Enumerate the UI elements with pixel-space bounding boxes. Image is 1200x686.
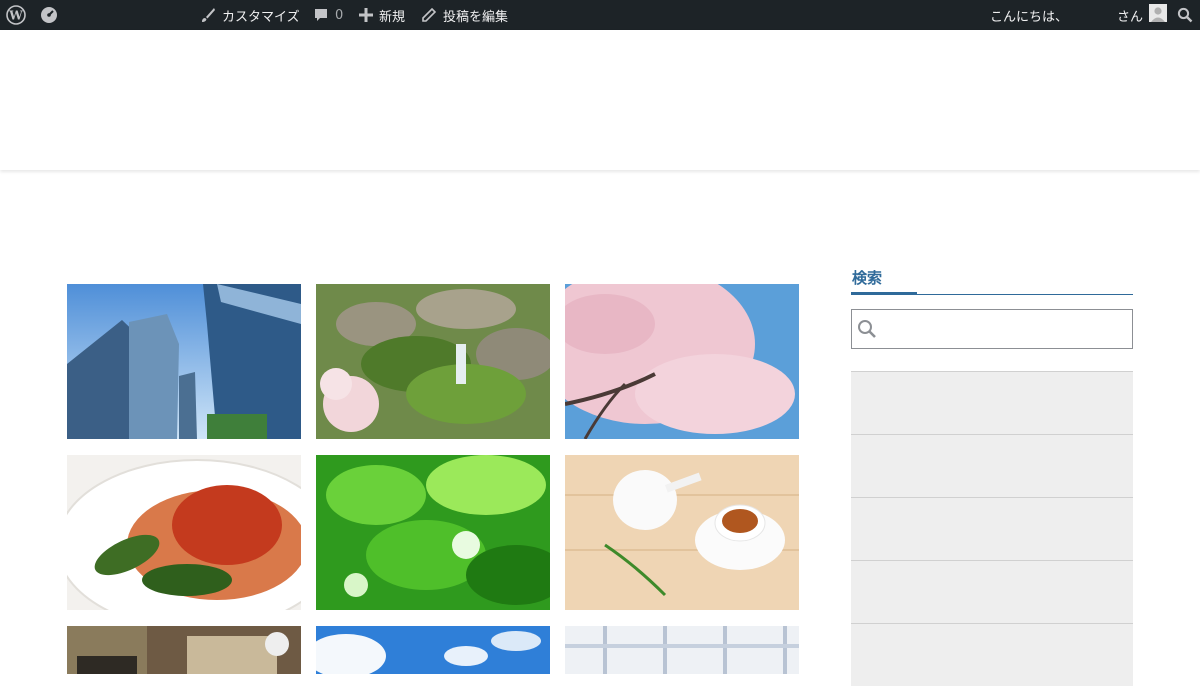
edit-post-label: 投稿を編集 <box>443 9 509 25</box>
comments-button[interactable]: 0 <box>313 0 343 30</box>
greeting-prefix[interactable]: こんにちは、 <box>990 0 1068 30</box>
comments-count: 0 <box>335 7 344 23</box>
sidebar-item[interactable] <box>851 623 1133 686</box>
search-form <box>851 309 1133 349</box>
tomato-pasta-photo[interactable] <box>67 455 301 610</box>
sidebar-item[interactable] <box>851 371 1133 434</box>
office-buildings-photo[interactable] <box>67 284 301 439</box>
search-icon[interactable] <box>1177 0 1193 30</box>
title-accent-bar <box>851 292 917 295</box>
mossy-stream-photo[interactable] <box>316 284 550 439</box>
avatar <box>1149 4 1168 26</box>
comment-bubble-icon <box>313 7 329 23</box>
admin-bar: W カスタマイズ 0 新規 投稿を編集 こんにちは、 さん <box>0 0 1200 30</box>
plus-icon <box>359 8 373 22</box>
green-leaves-photo[interactable] <box>316 455 550 610</box>
customize-label: カスタマイズ <box>222 9 300 25</box>
site-header <box>0 30 1200 170</box>
sidebar-item[interactable] <box>851 434 1133 497</box>
cherry-blossom-photo[interactable] <box>565 284 799 439</box>
new-content-button[interactable]: 新規 <box>359 0 405 30</box>
paintbrush-icon <box>200 7 216 23</box>
greeting-suffix: さん <box>1117 9 1144 25</box>
wordpress-logo-icon[interactable]: W <box>6 0 26 30</box>
tea-cup-photo[interactable] <box>565 455 799 610</box>
sidebar-list <box>851 371 1133 686</box>
new-label: 新規 <box>379 9 406 25</box>
search-widget-title: 検索 <box>852 269 883 287</box>
customize-button[interactable]: カスタマイズ <box>200 0 300 30</box>
pencil-icon <box>421 7 437 23</box>
edit-post-button[interactable]: 投稿を編集 <box>421 0 508 30</box>
checkered-cloth-photo[interactable] <box>565 626 799 674</box>
sidebar-item[interactable] <box>851 497 1133 560</box>
svg-text:W: W <box>8 9 23 23</box>
search-input[interactable] <box>882 311 1132 347</box>
dashboard-icon[interactable] <box>40 0 58 30</box>
sidebar-item[interactable] <box>851 560 1133 623</box>
account-menu[interactable]: さん <box>1117 0 1168 30</box>
cafe-interior-photo[interactable] <box>67 626 301 674</box>
blue-sky-clouds-photo[interactable] <box>316 626 550 674</box>
search-icon <box>852 319 882 339</box>
